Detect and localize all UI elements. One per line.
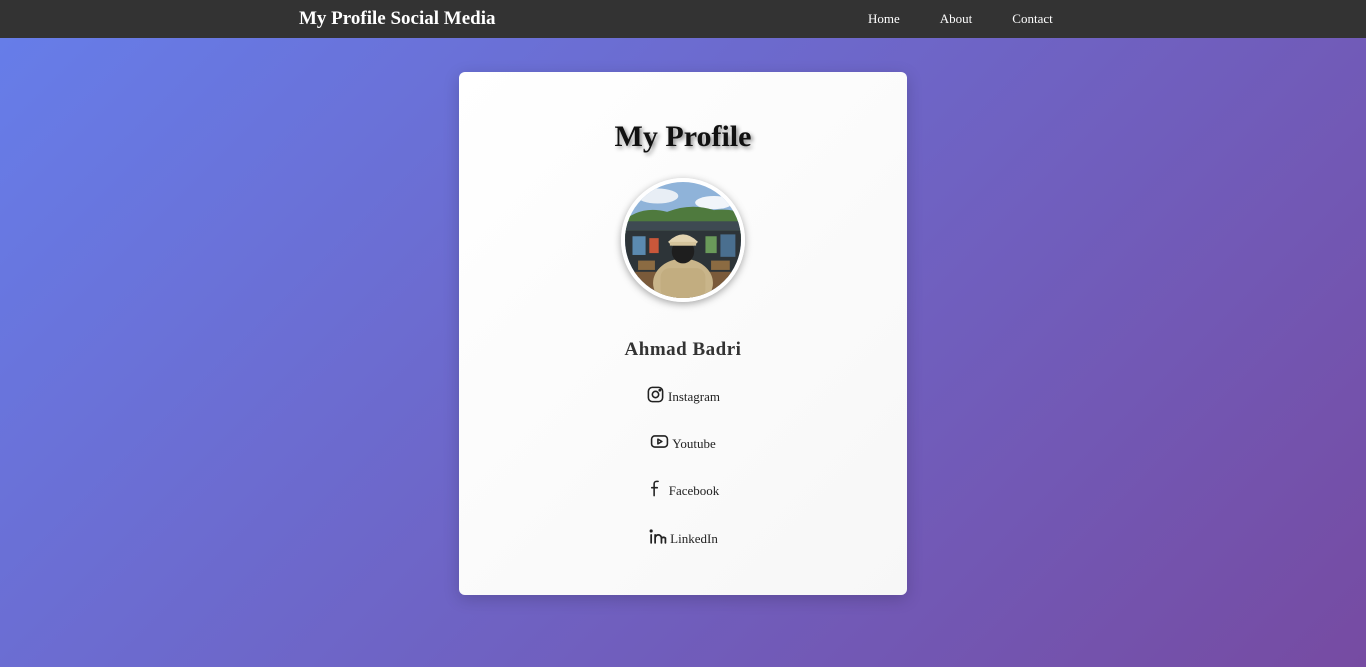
social-link-youtube[interactable]: Youtube xyxy=(459,432,907,451)
navbar: My Profile Social Media Home About Conta… xyxy=(0,0,1366,38)
social-link-instagram[interactable]: Instagram xyxy=(459,385,907,404)
avatar-photo xyxy=(625,182,741,298)
linkedin-icon xyxy=(648,527,667,546)
card-title: My Profile xyxy=(614,120,752,153)
social-link-facebook[interactable]: Facebook xyxy=(459,479,907,498)
youtube-icon xyxy=(650,432,669,451)
social-label-facebook: Facebook xyxy=(668,483,720,498)
nav-links: Home About Contact xyxy=(868,11,1053,27)
avatar xyxy=(621,178,745,302)
social-label-linkedin: LinkedIn xyxy=(670,531,718,546)
profile-name: Ahmad Badri xyxy=(624,339,742,360)
social-link-linkedin[interactable]: LinkedIn xyxy=(459,527,907,546)
brand-link[interactable]: My Profile Social Media xyxy=(299,8,495,30)
nav-link-home[interactable]: Home xyxy=(868,11,900,27)
profile-card: My Profile Ahmad Badri Instagram Youtube… xyxy=(459,72,907,595)
facebook-icon xyxy=(647,479,666,498)
social-label-instagram: Instagram xyxy=(668,389,720,404)
nav-link-about[interactable]: About xyxy=(940,11,973,27)
nav-link-contact[interactable]: Contact xyxy=(1012,11,1052,27)
social-label-youtube: Youtube xyxy=(672,436,716,451)
instagram-icon xyxy=(646,385,665,404)
